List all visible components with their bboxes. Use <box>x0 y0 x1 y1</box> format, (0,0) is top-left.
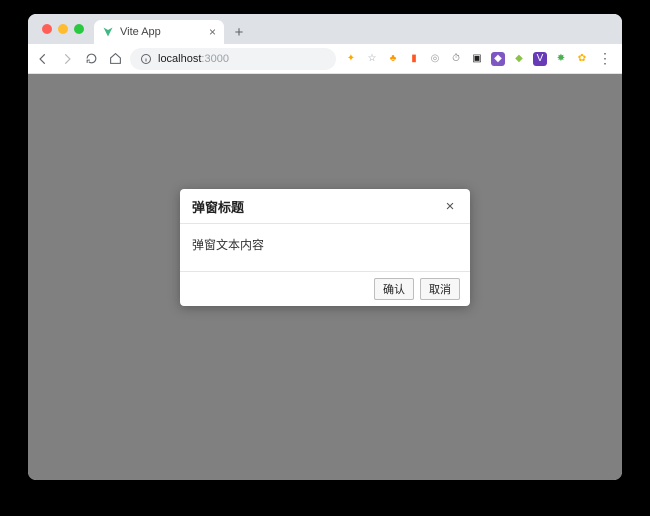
extension-icons: ✦ ☆ ♣ ▮ ◎ ⏱ ▣ ◆ ◆ V ✸ ✿ ⋮ <box>344 50 614 67</box>
pocket-ext-icon[interactable]: ▣ <box>470 52 484 66</box>
url-text: localhost:3000 <box>158 53 229 65</box>
page-viewport: 弹窗标题 × 弹窗文本内容 确认 取消 <box>28 74 622 480</box>
stopwatch-ext-icon[interactable]: ⏱ <box>449 52 463 66</box>
browser-menu-icon[interactable]: ⋮ <box>596 50 614 67</box>
dialog-footer: 确认 取消 <box>180 271 470 306</box>
modal-dialog: 弹窗标题 × 弹窗文本内容 确认 取消 <box>180 189 470 306</box>
vite-favicon-icon <box>102 26 114 38</box>
toolbar: localhost:3000 ✦ ☆ ♣ ▮ ◎ ⏱ ▣ ◆ ◆ V ✸ ✿ ⋮ <box>28 44 622 74</box>
cancel-button[interactable]: 取消 <box>420 278 460 300</box>
zoom-window-icon[interactable] <box>74 24 84 34</box>
carrot-ext-icon[interactable]: ▮ <box>407 52 421 66</box>
confirm-button[interactable]: 确认 <box>374 278 414 300</box>
browser-window: Vite App × + loca <box>28 14 622 480</box>
shield-ext-icon[interactable]: ◆ <box>512 52 526 66</box>
tab-close-icon[interactable]: × <box>209 26 216 38</box>
close-icon[interactable]: × <box>442 199 458 214</box>
dialog-header: 弹窗标题 × <box>180 189 470 224</box>
tab-strip: Vite App × + <box>28 14 622 44</box>
new-tab-button[interactable]: + <box>228 21 250 43</box>
browser-tab[interactable]: Vite App × <box>94 20 224 44</box>
star-icon[interactable]: ☆ <box>365 52 379 66</box>
dialog-body: 弹窗文本内容 <box>180 224 470 271</box>
badge-ext-icon[interactable]: ✸ <box>554 52 568 66</box>
site-info-icon[interactable] <box>140 53 152 65</box>
scrollbar[interactable] <box>614 78 620 476</box>
url-port: :3000 <box>201 53 229 65</box>
v-ext-icon[interactable]: V <box>533 52 547 66</box>
address-bar[interactable]: localhost:3000 <box>130 48 336 70</box>
plus-icon: + <box>235 24 244 41</box>
tab-title: Vite App <box>120 26 203 38</box>
gift-icon[interactable]: ✦ <box>344 52 358 66</box>
back-icon[interactable] <box>36 52 50 66</box>
forward-icon[interactable] <box>60 52 74 66</box>
reload-icon[interactable] <box>84 52 98 66</box>
monkey-ext-icon[interactable]: ✿ <box>575 52 589 66</box>
close-window-icon[interactable] <box>42 24 52 34</box>
home-icon[interactable] <box>108 52 122 66</box>
url-host: localhost <box>158 53 201 65</box>
dialog-title: 弹窗标题 <box>192 197 244 216</box>
circle-ext-icon[interactable]: ◎ <box>428 52 442 66</box>
minimize-window-icon[interactable] <box>58 24 68 34</box>
cube-ext-icon[interactable]: ◆ <box>491 52 505 66</box>
window-controls <box>38 14 90 44</box>
nav-buttons <box>36 52 122 66</box>
orange-ext-icon[interactable]: ♣ <box>386 52 400 66</box>
